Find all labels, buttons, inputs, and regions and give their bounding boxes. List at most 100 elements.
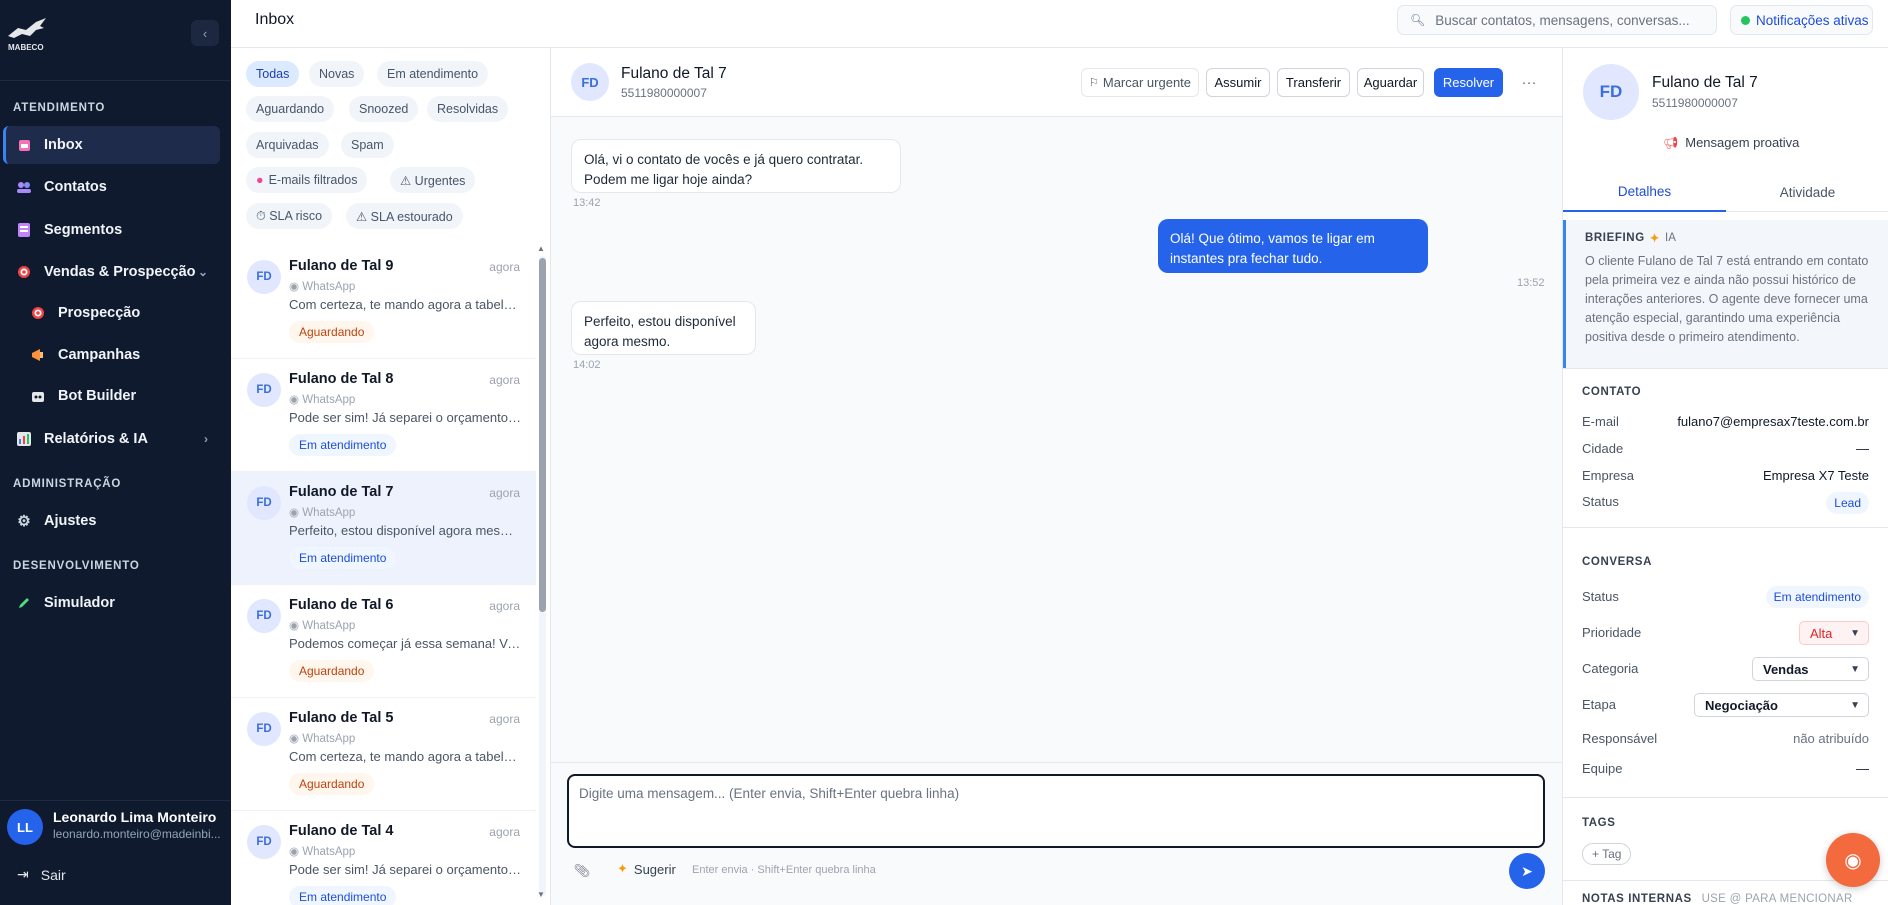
segments-icon bbox=[15, 221, 33, 239]
contact-avatar: FD bbox=[247, 599, 281, 633]
sidebar-item-simulador[interactable]: Simulador bbox=[3, 584, 220, 622]
message-preview: Pode ser sim! Já separei o orçamento, s.… bbox=[289, 862, 521, 877]
scroll-thumb[interactable] bbox=[539, 258, 546, 612]
filter-chip-em-atendimento[interactable]: Em atendimento bbox=[377, 61, 489, 87]
team-value: — bbox=[1856, 761, 1869, 776]
section-divider bbox=[1563, 368, 1888, 369]
conversation-item[interactable]: FD Fulano de Tal 5 agora ◉ WhatsApp Com … bbox=[231, 698, 536, 811]
assume-button[interactable]: Assumir bbox=[1206, 68, 1270, 97]
section-label-desenvolvimento: DESENVOLVIMENTO bbox=[13, 560, 140, 572]
sidebar-item-bot-builder[interactable]: Bot Builder bbox=[3, 377, 220, 415]
priority-select[interactable]: Alta ▼ bbox=[1799, 621, 1869, 645]
filter-chip-arquivadas[interactable]: Arquivadas bbox=[246, 132, 329, 158]
sidebar-item-label: Simulador bbox=[44, 595, 115, 611]
proactive-message-button[interactable]: 📢︎ Mensagem proativa bbox=[1663, 135, 1799, 150]
sidebar-item-contatos[interactable]: Contatos bbox=[3, 168, 220, 206]
resolve-button[interactable]: Resolver bbox=[1434, 68, 1503, 97]
logout-button[interactable]: ⇥ Sair bbox=[17, 866, 66, 883]
contact-avatar: FD bbox=[247, 825, 281, 859]
wait-button[interactable]: Aguardar bbox=[1357, 68, 1424, 97]
filter-chip-aguardando[interactable]: Aguardando bbox=[246, 96, 335, 122]
conversation-time: agora bbox=[489, 486, 520, 500]
sidebar-item-prospeccao[interactable]: Prospecção bbox=[3, 294, 220, 332]
filter-chip-emails-filtrados[interactable]: ● E-mails filtrados bbox=[246, 167, 368, 193]
briefing-text: O cliente Fulano de Tal 7 está entrando … bbox=[1585, 254, 1869, 344]
notes-hint: USE @ PARA MENCIONAR bbox=[1701, 893, 1853, 905]
section-divider bbox=[1563, 797, 1888, 798]
contact-avatar: FD bbox=[247, 712, 281, 746]
filter-chip-spam[interactable]: Spam bbox=[341, 132, 394, 158]
global-search[interactable]: 🔍︎ bbox=[1397, 5, 1717, 35]
status-badge: Aguardando bbox=[289, 321, 375, 343]
channel-label: ◉ WhatsApp bbox=[289, 846, 356, 858]
section-divider bbox=[1563, 527, 1888, 528]
user-avatar[interactable]: LL bbox=[7, 809, 43, 845]
status-badge: Em atendimento bbox=[289, 886, 397, 905]
sidebar-item-ajustes[interactable]: ⚙ Ajustes bbox=[3, 502, 220, 540]
svg-text:MABECO: MABECO bbox=[8, 43, 44, 52]
sidebar-item-campanhas[interactable]: Campanhas bbox=[3, 336, 220, 374]
target-icon bbox=[29, 304, 47, 322]
stage-value: Negociação bbox=[1705, 697, 1778, 713]
logout-icon: ⇥ bbox=[17, 866, 29, 882]
sidebar-item-relatorios-ia[interactable]: Relatórios & IA › bbox=[3, 420, 220, 458]
gear-icon: ⚙ bbox=[17, 513, 31, 530]
attach-icon[interactable]: 📎︎ bbox=[569, 858, 595, 884]
status-badge: Em atendimento bbox=[289, 547, 397, 569]
sidebar-item-label: Vendas & Prospecção bbox=[44, 264, 196, 280]
filter-chip-resolvidas[interactable]: Resolvidas bbox=[427, 96, 509, 122]
message-composer[interactable] bbox=[567, 774, 1545, 848]
contact-name: Fulano de Tal 7 bbox=[289, 484, 394, 500]
message-bubble-incoming: Perfeito, estou disponível agora mesmo. bbox=[571, 301, 756, 355]
suggest-button[interactable]: ✦ Sugerir bbox=[617, 861, 676, 877]
message-preview: Com certeza, te mando agora a tabela e..… bbox=[289, 749, 521, 764]
conversation-list-scrollbar[interactable]: ▲ ▼ bbox=[537, 244, 547, 903]
page-title: Inbox bbox=[255, 11, 295, 28]
conversation-list: Todas Novas Em atendimento Aguardando Sn… bbox=[231, 48, 551, 905]
search-input[interactable] bbox=[1435, 12, 1706, 28]
filter-chip-urgentes[interactable]: ⚠ Urgentes bbox=[390, 167, 476, 193]
collapse-sidebar-button[interactable]: ‹ bbox=[191, 20, 219, 46]
sidebar-item-segmentos[interactable]: Segmentos bbox=[3, 211, 220, 249]
add-tag-button[interactable]: + Tag bbox=[1582, 843, 1632, 865]
message-input[interactable] bbox=[569, 776, 1543, 846]
tab-detalhes[interactable]: Detalhes bbox=[1563, 173, 1726, 212]
mark-urgent-button[interactable]: ⚐ Marcar urgente bbox=[1081, 68, 1199, 97]
conversation-item[interactable]: FD Fulano de Tal 8 agora ◉ WhatsApp Pode… bbox=[231, 359, 536, 472]
contact-phone: 5511980000007 bbox=[1652, 96, 1738, 110]
contact-avatar: FD bbox=[247, 486, 281, 520]
category-select[interactable]: Vendas ▼ bbox=[1752, 657, 1869, 681]
category-label: Categoria bbox=[1582, 661, 1639, 676]
assistant-fab-button[interactable]: ◉ bbox=[1826, 833, 1880, 887]
send-button[interactable]: ➤ bbox=[1509, 853, 1545, 889]
conversation-item[interactable]: FD Fulano de Tal 4 agora ◉ WhatsApp Pode… bbox=[231, 811, 536, 905]
filter-chip-novas[interactable]: Novas bbox=[309, 61, 365, 87]
transfer-button[interactable]: Transferir bbox=[1277, 68, 1350, 97]
search-icon: 🔍︎ bbox=[1410, 13, 1426, 27]
filter-chip-snoozed[interactable]: Snoozed bbox=[349, 96, 419, 122]
filter-chip-sla-risco[interactable]: ⏱ SLA risco bbox=[246, 203, 333, 229]
chevron-right-icon: › bbox=[204, 432, 208, 446]
brain-icon: ◉ bbox=[1844, 849, 1862, 872]
sidebar-item-vendas-prospeccao[interactable]: Vendas & Prospecção ⌄ bbox=[3, 253, 220, 291]
stage-select[interactable]: Negociação ▼ bbox=[1694, 693, 1869, 717]
conversation-item[interactable]: FD Fulano de Tal 6 agora ◉ WhatsApp Pode… bbox=[231, 585, 536, 698]
filter-chip-sla-estourado[interactable]: ⚠ SLA estourado bbox=[346, 203, 463, 229]
filter-chip-todas[interactable]: Todas bbox=[246, 61, 300, 87]
section-title-conversa: CONVERSA bbox=[1582, 556, 1652, 568]
chevron-left-icon: ‹ bbox=[202, 25, 208, 41]
section-label-administracao: ADMINISTRAÇÃO bbox=[13, 478, 122, 490]
conversation-item[interactable]: FD Fulano de Tal 9 agora ◉ WhatsApp Com … bbox=[231, 246, 536, 359]
pencil-icon bbox=[15, 594, 33, 612]
city-value: — bbox=[1856, 441, 1869, 456]
tab-atividade[interactable]: Atividade bbox=[1726, 173, 1888, 212]
sidebar-divider bbox=[0, 80, 231, 81]
notifications-toggle[interactable]: Notificações ativas bbox=[1730, 5, 1873, 35]
scroll-up-icon[interactable]: ▲ bbox=[537, 244, 545, 253]
more-options-icon[interactable]: ··· bbox=[1514, 68, 1544, 97]
sidebar-item-inbox[interactable]: Inbox bbox=[3, 126, 220, 164]
brand-logo: MABECO bbox=[6, 14, 50, 54]
scroll-down-icon[interactable]: ▼ bbox=[537, 890, 545, 899]
conversation-item-selected[interactable]: FD Fulano de Tal 7 agora ◉ WhatsApp Perf… bbox=[231, 472, 536, 585]
sidebar-item-label: Campanhas bbox=[58, 347, 141, 363]
